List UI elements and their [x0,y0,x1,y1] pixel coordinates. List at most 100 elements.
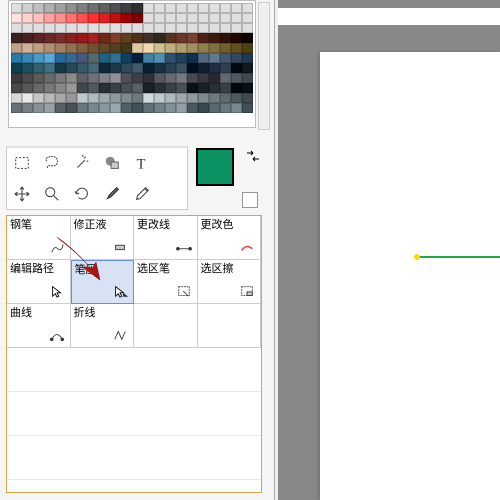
color-swatch[interactable] [121,13,132,23]
color-swatch[interactable] [88,93,99,103]
color-swatch[interactable] [11,13,22,23]
color-swatch[interactable] [55,73,66,83]
color-swatch[interactable] [187,73,198,83]
color-swatch[interactable] [132,3,143,13]
color-swatch[interactable] [187,33,198,43]
color-swatch[interactable] [165,93,176,103]
color-swatch[interactable] [132,43,143,53]
color-swatch[interactable] [77,23,88,33]
text-icon[interactable]: T [127,148,157,179]
color-swatch[interactable] [22,83,33,93]
color-swatch[interactable] [22,3,33,13]
color-swatch[interactable] [231,33,242,43]
color-swatch[interactable] [187,3,198,13]
color-swatch[interactable] [77,93,88,103]
color-swatch[interactable] [132,33,143,43]
color-swatch[interactable] [154,83,165,93]
color-swatch[interactable] [176,83,187,93]
color-swatch[interactable] [33,103,44,113]
tool-select-pen[interactable]: 选区笔 [134,260,198,304]
color-swatch[interactable] [88,63,99,73]
color-swatch[interactable] [231,13,242,23]
color-swatch[interactable] [220,3,231,13]
color-swatch[interactable] [88,83,99,93]
drawn-line[interactable] [418,256,500,258]
color-swatch[interactable] [88,23,99,33]
color-swatch[interactable] [110,23,121,33]
background-color[interactable] [242,192,258,208]
color-swatch[interactable] [88,103,99,113]
color-swatch[interactable] [33,13,44,23]
color-swatch[interactable] [198,33,209,43]
color-swatch[interactable] [99,3,110,13]
color-swatch[interactable] [33,23,44,33]
color-swatch[interactable] [176,43,187,53]
swap-colors-icon[interactable] [245,148,261,164]
color-swatch[interactable] [55,23,66,33]
color-swatch[interactable] [99,73,110,83]
color-swatch[interactable] [22,13,33,23]
color-swatch[interactable] [209,43,220,53]
color-swatch[interactable] [110,93,121,103]
color-swatch[interactable] [22,33,33,43]
color-swatch[interactable] [198,43,209,53]
color-swatch[interactable] [77,43,88,53]
color-swatch[interactable] [22,23,33,33]
color-swatch[interactable] [33,43,44,53]
color-swatch[interactable] [209,103,220,113]
color-swatch[interactable] [110,33,121,43]
color-swatch[interactable] [176,53,187,63]
color-swatch[interactable] [121,73,132,83]
color-swatch[interactable] [44,53,55,63]
color-swatch[interactable] [220,23,231,33]
color-swatch[interactable] [231,83,242,93]
color-swatch[interactable] [132,83,143,93]
color-swatch[interactable] [165,3,176,13]
color-swatch[interactable] [187,43,198,53]
color-swatch[interactable] [187,53,198,63]
color-swatch[interactable] [209,73,220,83]
color-swatch[interactable] [154,63,165,73]
color-swatch[interactable] [220,63,231,73]
color-swatch[interactable] [33,83,44,93]
color-swatch[interactable] [242,43,253,53]
color-swatch[interactable] [99,43,110,53]
color-swatch[interactable] [242,13,253,23]
color-swatch[interactable] [209,13,220,23]
rotate-icon[interactable] [67,179,97,210]
color-swatch[interactable] [77,13,88,23]
tool-eraser[interactable]: 修正液 [71,216,135,260]
color-swatch[interactable] [176,103,187,113]
color-swatch[interactable] [242,73,253,83]
color-swatch[interactable] [220,83,231,93]
color-swatch[interactable] [154,53,165,63]
color-swatch[interactable] [242,23,253,33]
color-swatch[interactable] [242,83,253,93]
shape-icon[interactable] [97,148,127,179]
color-swatch[interactable] [44,83,55,93]
color-swatch[interactable] [209,3,220,13]
color-swatch[interactable] [198,103,209,113]
color-swatch[interactable] [132,103,143,113]
color-swatch[interactable] [143,23,154,33]
tool-line-edit[interactable]: 更改线 [134,216,198,260]
color-swatch[interactable] [22,53,33,63]
color-swatch[interactable] [220,103,231,113]
color-swatch[interactable] [55,103,66,113]
color-swatch[interactable] [33,73,44,83]
color-swatch[interactable] [165,53,176,63]
color-swatch[interactable] [11,23,22,33]
color-swatch[interactable] [165,83,176,93]
color-swatch[interactable] [143,13,154,23]
color-swatch[interactable] [121,103,132,113]
color-swatch[interactable] [209,93,220,103]
color-swatch[interactable] [66,63,77,73]
color-swatch[interactable] [154,13,165,23]
color-swatch[interactable] [77,53,88,63]
color-swatch[interactable] [143,103,154,113]
color-swatch[interactable] [88,53,99,63]
color-swatch[interactable] [220,13,231,23]
zoom-icon[interactable] [37,179,67,210]
color-swatch[interactable] [209,23,220,33]
color-swatch[interactable] [121,3,132,13]
